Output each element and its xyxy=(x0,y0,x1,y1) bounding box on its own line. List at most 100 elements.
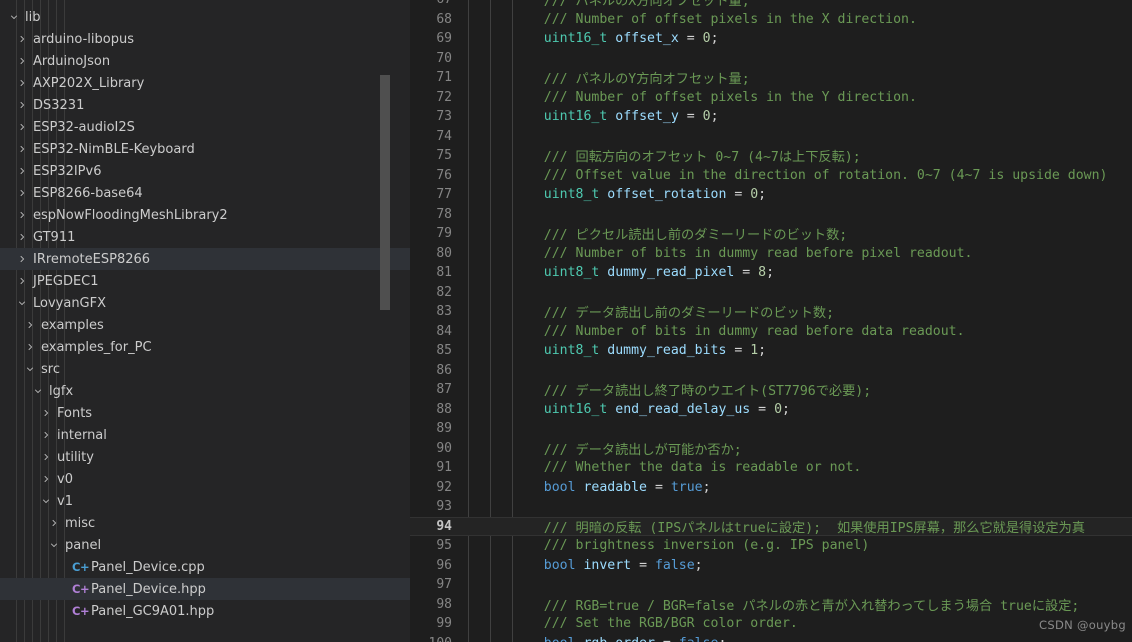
code-token: 0 xyxy=(702,109,711,125)
chevron-right-icon[interactable] xyxy=(16,94,28,116)
tree-item-axp202x-library[interactable]: AXP202X_Library xyxy=(0,72,410,94)
chevron-right-icon[interactable] xyxy=(16,72,28,94)
code-line[interactable]: 97 xyxy=(410,575,1132,595)
chevron-right-icon[interactable] xyxy=(16,182,28,204)
code-token: /// データ読出しが可能か否か; xyxy=(543,442,742,458)
tree-item-examples-for-pc[interactable]: examples_for_PC xyxy=(0,336,410,358)
tree-item-panel-gc9a01-hpp[interactable]: C+ Panel_GC9A01.hpp xyxy=(0,600,410,622)
code-line[interactable]: 88 uint16_t end_read_delay_us = 0; xyxy=(410,400,1132,420)
explorer-scrollbar-thumb[interactable] xyxy=(380,75,390,310)
tree-item-espnowfloodingmeshlibrary2[interactable]: espNowFloodingMeshLibrary2 xyxy=(0,204,410,226)
code-line[interactable]: 79 /// ピクセル読出し前のダミーリードのビット数; xyxy=(410,224,1132,244)
code-line[interactable]: 70 xyxy=(410,49,1132,69)
chevron-right-icon[interactable] xyxy=(16,138,28,160)
tree-item-label: lgfx xyxy=(49,383,74,399)
code-line[interactable]: 77 uint8_t offset_rotation = 0; xyxy=(410,185,1132,205)
tree-item-utility[interactable]: utility xyxy=(0,446,410,468)
chevron-right-icon[interactable] xyxy=(16,116,28,138)
tree-item-examples[interactable]: examples xyxy=(0,314,410,336)
chevron-right-icon[interactable] xyxy=(16,270,28,292)
code-token: /// RGB=true / BGR=false パネルの赤と青が入れ替わってし… xyxy=(543,598,1080,614)
code-line[interactable]: 84 /// Number of bits in dummy read befo… xyxy=(410,322,1132,342)
code-line[interactable]: 89 xyxy=(410,419,1132,439)
code-line[interactable]: 91 /// Whether the data is readable or n… xyxy=(410,458,1132,478)
code-line[interactable]: 68 /// Number of offset pixels in the X … xyxy=(410,10,1132,30)
code-line[interactable]: 87 /// データ読出し終了時のウエイト(ST7796で必要); xyxy=(410,380,1132,400)
code-line[interactable]: 76 /// Offset value in the direction of … xyxy=(410,166,1132,186)
code-line[interactable]: 81 uint8_t dummy_read_pixel = 8; xyxy=(410,263,1132,283)
code-line[interactable]: 93 xyxy=(410,497,1132,517)
tree-item-panel-device-cpp[interactable]: C+ Panel_Device.cpp xyxy=(0,556,410,578)
code-token: /// パネルのX方向オフセット量; xyxy=(543,0,750,10)
tree-item-panel-device-hpp[interactable]: C+ Panel_Device.hpp xyxy=(0,578,410,600)
chevron-right-icon[interactable] xyxy=(16,28,28,50)
chevron-right-icon[interactable] xyxy=(40,468,52,490)
chevron-right-icon[interactable] xyxy=(24,336,36,358)
chevron-right-icon[interactable] xyxy=(48,512,60,534)
code-line[interactable]: 71 /// パネルのY方向オフセット量; xyxy=(410,68,1132,88)
tree-item-ds3231[interactable]: DS3231 xyxy=(0,94,410,116)
code-line[interactable]: 98 /// RGB=true / BGR=false パネルの赤と青が入れ替わ… xyxy=(410,595,1132,615)
code-line[interactable]: 73 uint16_t offset_y = 0; xyxy=(410,107,1132,127)
code-line[interactable]: 74 xyxy=(410,127,1132,147)
chevron-down-icon[interactable] xyxy=(24,358,36,380)
tree-item-fonts[interactable]: Fonts xyxy=(0,402,410,424)
code-line[interactable]: 78 xyxy=(410,205,1132,225)
chevron-down-icon[interactable] xyxy=(40,490,52,512)
tree-item-panel[interactable]: panel xyxy=(0,534,410,556)
chevron-right-icon[interactable] xyxy=(40,424,52,446)
line-number: 83 xyxy=(436,304,452,320)
chevron-down-icon[interactable] xyxy=(48,534,60,556)
tree-item-irremoteesp8266[interactable]: IRremoteESP8266 xyxy=(0,248,410,270)
tree-item-lgfx[interactable]: lgfx xyxy=(0,380,410,402)
code-line[interactable]: 92 bool readable = true; xyxy=(410,478,1132,498)
tree-item-gt911[interactable]: GT911 xyxy=(0,226,410,248)
tree-item-lovyangfx[interactable]: LovyanGFX xyxy=(0,292,410,314)
code-line[interactable]: 94 /// 明暗の反転 (IPSパネルはtrueに設定); 如果使用IPS屏幕… xyxy=(410,516,1132,536)
chevron-right-icon[interactable] xyxy=(16,204,28,226)
tree-item-arduino-libopus[interactable]: arduino-libopus xyxy=(0,28,410,50)
chevron-right-icon[interactable] xyxy=(16,248,28,270)
code-line[interactable]: 90 /// データ読出しが可能か否か; xyxy=(410,439,1132,459)
chevron-down-icon[interactable] xyxy=(32,380,44,402)
chevron-right-icon[interactable] xyxy=(16,50,28,72)
tree-item-lib[interactable]: lib xyxy=(0,6,410,28)
code-line[interactable]: 95 /// brightness inversion (e.g. IPS pa… xyxy=(410,536,1132,556)
chevron-right-icon[interactable] xyxy=(40,402,52,424)
tree-item-esp32-audioi2s[interactable]: ESP32-audioI2S xyxy=(0,116,410,138)
code-line[interactable]: 69 uint16_t offset_x = 0; xyxy=(410,29,1132,49)
code-line[interactable]: 83 /// データ読出し前のダミーリードのビット数; xyxy=(410,302,1132,322)
code-line[interactable]: 72 /// Number of offset pixels in the Y … xyxy=(410,88,1132,108)
explorer-scrollbar-track[interactable] xyxy=(380,0,400,642)
chevron-down-icon[interactable] xyxy=(8,6,20,28)
tree-item-arduinojson[interactable]: ArduinoJson xyxy=(0,50,410,72)
code-token: ; xyxy=(766,265,775,281)
chevron-right-icon[interactable] xyxy=(24,314,36,336)
code-line[interactable]: 67 /// パネルのX方向オフセット量; xyxy=(410,0,1132,10)
code-editor[interactable]: 67 /// パネルのX方向オフセット量;68 /// Number of of… xyxy=(410,0,1132,642)
code-line[interactable]: 96 bool invert = false; xyxy=(410,556,1132,576)
tree-item-esp32ipv6[interactable]: ESP32IPv6 xyxy=(0,160,410,182)
code-lines-container: 67 /// パネルのX方向オフセット量;68 /// Number of of… xyxy=(410,0,1132,642)
tree-item-v1[interactable]: v1 xyxy=(0,490,410,512)
code-line[interactable]: 75 /// 回転方向のオフセット 0~7 (4~7は上下反転); xyxy=(410,146,1132,166)
chevron-down-icon[interactable] xyxy=(16,292,28,314)
code-line[interactable]: 86 xyxy=(410,361,1132,381)
chevron-right-icon[interactable] xyxy=(16,160,28,182)
chevron-right-icon[interactable] xyxy=(40,446,52,468)
tree-item-esp8266-base64[interactable]: ESP8266-base64 xyxy=(0,182,410,204)
tree-item-v0[interactable]: v0 xyxy=(0,468,410,490)
code-token: 0 xyxy=(774,401,783,417)
tree-item-src[interactable]: src xyxy=(0,358,410,380)
code-line[interactable]: 82 xyxy=(410,283,1132,303)
tree-item-jpegdec1[interactable]: JPEGDEC1 xyxy=(0,270,410,292)
tree-item-misc[interactable]: misc xyxy=(0,512,410,534)
code-line[interactable]: 99 /// Set the RGB/BGR color order. xyxy=(410,614,1132,634)
tree-item-internal[interactable]: internal xyxy=(0,424,410,446)
tree-item-esp32-nimble-keyboard[interactable]: ESP32-NimBLE-Keyboard xyxy=(0,138,410,160)
chevron-right-icon[interactable] xyxy=(16,226,28,248)
tree-item-label: DS3231 xyxy=(33,97,85,113)
code-line[interactable]: 100 bool rgb_order = false; xyxy=(410,634,1132,642)
code-line[interactable]: 85 uint8_t dummy_read_bits = 1; xyxy=(410,341,1132,361)
code-line[interactable]: 80 /// Number of bits in dummy read befo… xyxy=(410,244,1132,264)
